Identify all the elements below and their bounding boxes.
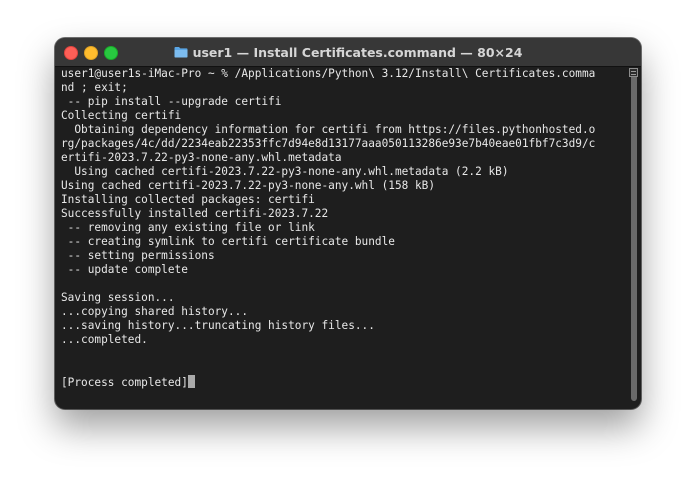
title-bar[interactable]: user1 — Install Certificates.command — 8… bbox=[55, 38, 641, 67]
terminal-line-text: nd ; exit; bbox=[61, 81, 128, 94]
terminal-line-text: user1@user1s-iMac-Pro ~ % /Applications/… bbox=[61, 67, 596, 80]
scroll-marker-icon[interactable] bbox=[629, 68, 638, 77]
terminal-line: [Process completed] bbox=[61, 375, 627, 389]
terminal-line: -- setting permissions bbox=[61, 249, 627, 263]
folder-icon bbox=[174, 46, 188, 58]
scrollbar[interactable] bbox=[628, 67, 640, 405]
terminal-line-text: ...copying shared history... bbox=[61, 305, 249, 318]
terminal-line: ...completed. bbox=[61, 333, 627, 347]
terminal-line: Using cached certifi-2023.7.22-py3-none-… bbox=[61, 165, 627, 179]
window-title: user1 — Install Certificates.command — 8… bbox=[192, 44, 523, 60]
terminal-line: Installing collected packages: certifi bbox=[61, 193, 627, 207]
terminal-line: ...copying shared history... bbox=[61, 305, 627, 319]
terminal-line: Successfully installed certifi-2023.7.22 bbox=[61, 207, 627, 221]
window-title-container: user1 — Install Certificates.command — 8… bbox=[55, 38, 641, 66]
terminal-line-text: -- pip install --upgrade certifi bbox=[61, 95, 282, 108]
terminal-line-text: ...completed. bbox=[61, 333, 148, 346]
terminal-line-text: -- setting permissions bbox=[61, 249, 215, 262]
terminal-line-text: Using cached certifi-2023.7.22-py3-none-… bbox=[61, 165, 509, 178]
terminal-line-text: Using cached certifi-2023.7.22-py3-none-… bbox=[61, 179, 436, 192]
terminal-line-text: Saving session... bbox=[61, 291, 175, 304]
terminal-line: rg/packages/4c/dd/2234eab22353ffc7d94e8d… bbox=[61, 137, 627, 151]
terminal-line-text: -- update complete bbox=[61, 263, 188, 276]
terminal-line-text: -- creating symlink to certifi certifica… bbox=[61, 235, 395, 248]
terminal-line: -- pip install --upgrade certifi bbox=[61, 95, 627, 109]
terminal-line: -- creating symlink to certifi certifica… bbox=[61, 235, 627, 249]
text-cursor bbox=[187, 375, 195, 388]
terminal-line-text: -- removing any existing file or link bbox=[61, 221, 315, 234]
terminal-line-text: Obtaining dependency information for cer… bbox=[61, 123, 596, 136]
terminal-window: user1 — Install Certificates.command — 8… bbox=[55, 38, 641, 409]
terminal-line: Collecting certifi bbox=[61, 109, 627, 123]
terminal-line: user1@user1s-iMac-Pro ~ % /Applications/… bbox=[61, 67, 627, 81]
terminal-line: ...saving history...truncating history f… bbox=[61, 319, 627, 333]
terminal-line: ertifi-2023.7.22-py3-none-any.whl.metada… bbox=[61, 151, 627, 165]
terminal-line-text: Installing collected packages: certifi bbox=[61, 193, 315, 206]
terminal-line: -- update complete bbox=[61, 263, 627, 277]
scrollbar-thumb[interactable] bbox=[631, 69, 637, 401]
terminal-line: nd ; exit; bbox=[61, 81, 627, 95]
terminal-output[interactable]: user1@user1s-iMac-Pro ~ % /Applications/… bbox=[61, 67, 627, 405]
terminal-line-text: [Process completed] bbox=[61, 376, 188, 389]
terminal-line-text: ...saving history...truncating history f… bbox=[61, 319, 375, 332]
terminal-line: Using cached certifi-2023.7.22-py3-none-… bbox=[61, 179, 627, 193]
terminal-line: Obtaining dependency information for cer… bbox=[61, 123, 627, 137]
terminal-line-text: ertifi-2023.7.22-py3-none-any.whl.metada… bbox=[61, 151, 342, 164]
terminal-line: Saving session... bbox=[61, 291, 627, 305]
terminal-line-text: rg/packages/4c/dd/2234eab22353ffc7d94e8d… bbox=[61, 137, 596, 150]
terminal-line-text: Collecting certifi bbox=[61, 109, 182, 122]
terminal-line: -- removing any existing file or link bbox=[61, 221, 627, 235]
terminal-line-text: Successfully installed certifi-2023.7.22 bbox=[61, 207, 329, 220]
